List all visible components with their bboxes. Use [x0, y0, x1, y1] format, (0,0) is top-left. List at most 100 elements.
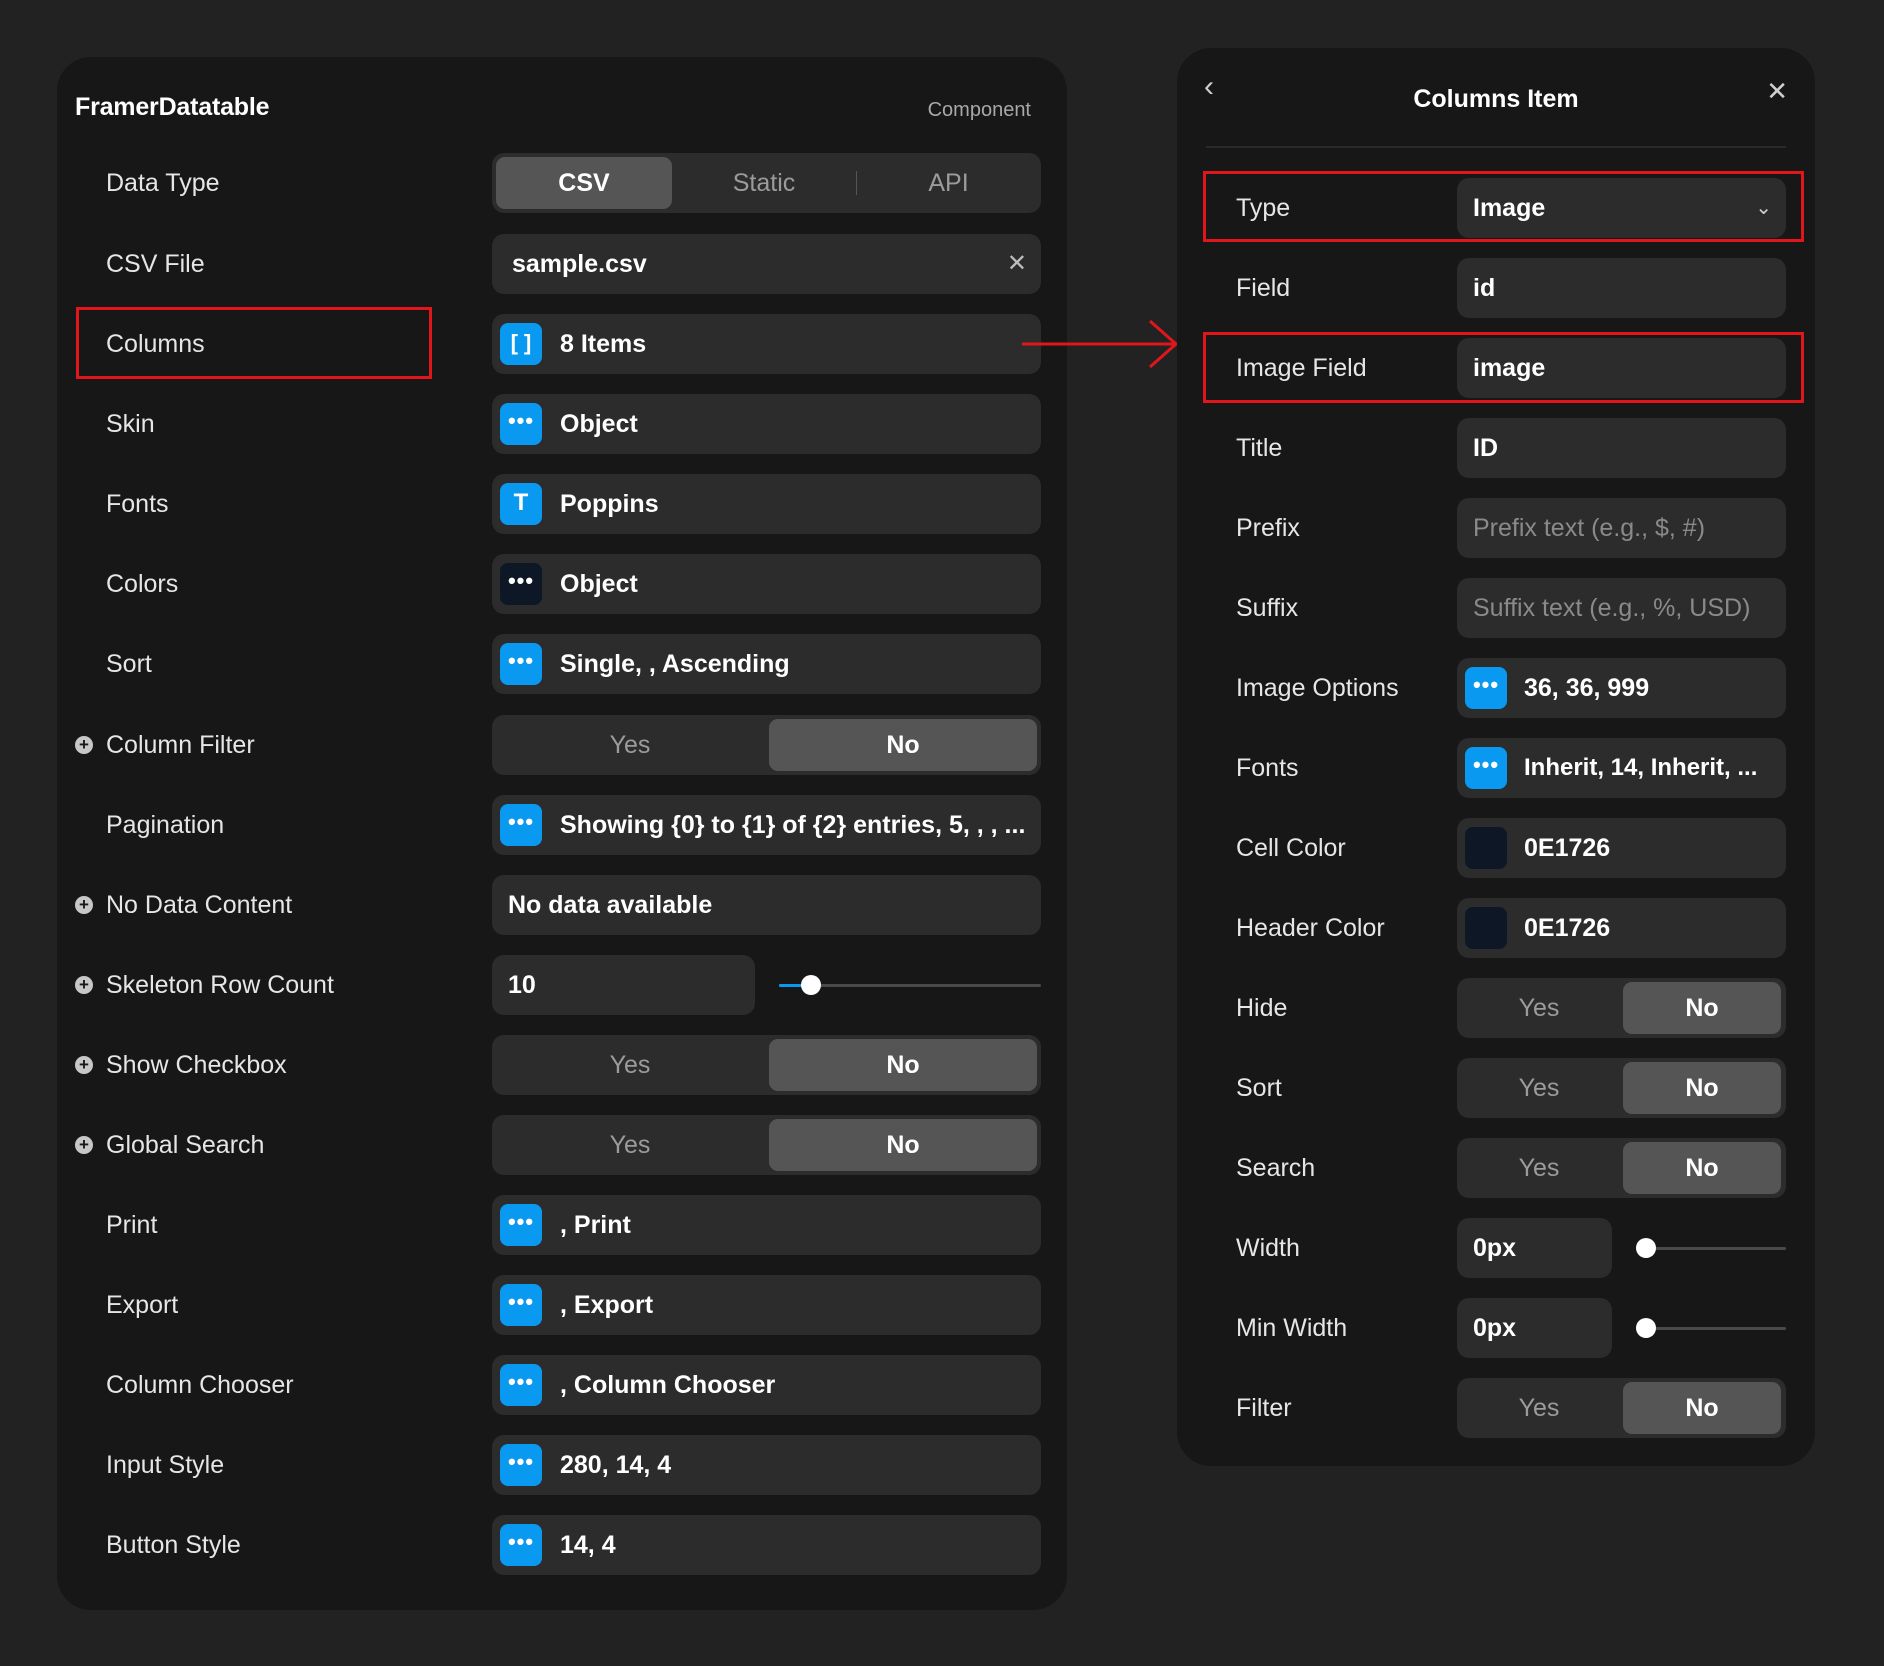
column-filter-toggle: Yes No [492, 715, 1041, 775]
fonts-value: Inherit, 14, Inherit, ... [1524, 754, 1758, 781]
plus-circle-icon[interactable]: + [75, 1056, 93, 1074]
image-options-object-control[interactable]: ••• 36, 36, 999 [1457, 658, 1786, 718]
export-object-control[interactable]: ••• , Export [492, 1275, 1041, 1335]
more-icon: ••• [500, 1444, 542, 1486]
skin-object-control[interactable]: ••• Object [492, 394, 1041, 454]
min-width-slider-track[interactable] [1637, 1327, 1786, 1330]
columns-array-control[interactable]: [ ] 8 Items [492, 314, 1041, 374]
skeleton-row-count-slider-knob[interactable] [801, 975, 821, 995]
filter-no[interactable]: No [1623, 1382, 1781, 1434]
color-swatch[interactable] [1465, 827, 1507, 869]
sort-yes[interactable]: Yes [1461, 1062, 1617, 1114]
title-input[interactable]: ID [1457, 418, 1786, 478]
global-search-yes[interactable]: Yes [496, 1119, 764, 1171]
component-properties-panel: FramerDatatable Component Data Type CSV … [57, 57, 1067, 1610]
input-style-row: Input Style ••• 280, 14, 4 [57, 1435, 1067, 1495]
close-icon[interactable]: ✕ [1007, 234, 1027, 294]
skeleton-row-count-label: Skeleton Row Count [106, 971, 334, 999]
sort-value: Single, , Ascending [560, 650, 790, 678]
field-input[interactable]: id [1457, 258, 1786, 318]
button-style-row: Button Style ••• 14, 4 [57, 1515, 1067, 1575]
global-search-label: Global Search [106, 1131, 265, 1159]
search-yes[interactable]: Yes [1461, 1142, 1617, 1194]
cell-color-picker[interactable]: 0E1726 [1457, 818, 1786, 878]
close-icon[interactable]: ✕ [1766, 76, 1788, 107]
data-type-row: Data Type CSV Static API [57, 153, 1067, 213]
data-type-option-api[interactable]: API [860, 157, 1037, 209]
search-toggle: Yes No [1457, 1138, 1786, 1198]
header-color-picker[interactable]: 0E1726 [1457, 898, 1786, 958]
data-type-option-static[interactable]: Static [676, 157, 852, 209]
fonts-object-control[interactable]: ••• Inherit, 14, Inherit, ... [1457, 738, 1786, 798]
no-data-content-value: No data available [508, 891, 713, 919]
more-icon: ••• [500, 1204, 542, 1246]
header-color-value: 0E1726 [1524, 914, 1611, 942]
plus-circle-icon[interactable]: + [75, 1136, 93, 1154]
hide-no[interactable]: No [1623, 982, 1781, 1034]
no-data-content-input[interactable]: No data available [492, 875, 1041, 935]
width-input[interactable]: 0px [1457, 1218, 1612, 1278]
more-icon: ••• [500, 643, 542, 685]
pagination-label: Pagination [106, 811, 225, 839]
input-style-object-control[interactable]: ••• 280, 14, 4 [492, 1435, 1041, 1495]
field-label: Field [1236, 274, 1291, 302]
more-icon: ••• [500, 403, 542, 445]
pagination-value: Showing {0} to {1} of {2} entries, 5, , … [560, 811, 1026, 839]
sort-label: Sort [1236, 1074, 1282, 1102]
filter-row: Filter Yes No [1177, 1378, 1815, 1438]
header-color-label: Header Color [1236, 914, 1385, 942]
show-checkbox-no[interactable]: No [769, 1039, 1037, 1091]
min-width-slider-knob[interactable] [1636, 1318, 1656, 1338]
column-filter-no[interactable]: No [769, 719, 1037, 771]
plus-circle-icon[interactable]: + [75, 976, 93, 994]
width-slider-knob[interactable] [1636, 1238, 1656, 1258]
global-search-no[interactable]: No [769, 1119, 1037, 1171]
suffix-input[interactable]: Suffix text (e.g., %, USD) [1457, 578, 1786, 638]
cell-color-value: 0E1726 [1524, 834, 1611, 862]
button-style-object-control[interactable]: ••• 14, 4 [492, 1515, 1041, 1575]
field-row: Field id [1177, 258, 1815, 318]
filter-yes[interactable]: Yes [1461, 1382, 1617, 1434]
pagination-object-control[interactable]: ••• Showing {0} to {1} of {2} entries, 5… [492, 795, 1041, 855]
cell-color-label: Cell Color [1236, 834, 1346, 862]
export-label: Export [106, 1291, 179, 1319]
button-style-value: 14, 4 [560, 1531, 616, 1559]
csv-file-field[interactable]: sample.csv ✕ [492, 234, 1041, 294]
more-icon: ••• [500, 804, 542, 846]
sort-object-control[interactable]: ••• Single, , Ascending [492, 634, 1041, 694]
plus-circle-icon[interactable]: + [75, 896, 93, 914]
min-width-label: Min Width [1236, 1314, 1348, 1342]
skeleton-row-count-input[interactable]: 10 [492, 955, 755, 1015]
search-row: Search Yes No [1177, 1138, 1815, 1198]
column-filter-yes[interactable]: Yes [496, 719, 764, 771]
suffix-row: Suffix Suffix text (e.g., %, USD) [1177, 578, 1815, 638]
sort-no[interactable]: No [1623, 1062, 1781, 1114]
columns-value: 8 Items [560, 330, 647, 358]
data-type-segmented-control: CSV Static API [492, 153, 1041, 213]
fonts-control[interactable]: T Poppins [492, 474, 1041, 534]
fonts-label: Fonts [106, 490, 169, 518]
prefix-input[interactable]: Prefix text (e.g., $, #) [1457, 498, 1786, 558]
search-no[interactable]: No [1623, 1142, 1781, 1194]
min-width-input[interactable]: 0px [1457, 1298, 1612, 1358]
colors-object-control[interactable]: ••• Object [492, 554, 1041, 614]
data-type-option-csv[interactable]: CSV [496, 157, 672, 209]
suffix-label: Suffix [1236, 594, 1299, 622]
skin-row: Skin ••• Object [57, 394, 1067, 454]
show-checkbox-label: Show Checkbox [106, 1051, 287, 1079]
data-type-label: Data Type [106, 169, 220, 197]
min-width-row: Min Width 0px [1177, 1298, 1815, 1358]
color-swatch[interactable] [1465, 907, 1507, 949]
print-label: Print [106, 1211, 158, 1239]
column-chooser-row: Column Chooser ••• , Column Chooser [57, 1355, 1067, 1415]
image-field-highlight-box [1203, 332, 1804, 403]
column-chooser-object-control[interactable]: ••• , Column Chooser [492, 1355, 1041, 1415]
more-icon: ••• [1465, 667, 1507, 709]
print-object-control[interactable]: ••• , Print [492, 1195, 1041, 1255]
show-checkbox-yes[interactable]: Yes [496, 1039, 764, 1091]
width-slider-track[interactable] [1637, 1247, 1786, 1250]
print-row: Print ••• , Print [57, 1195, 1067, 1255]
hide-yes[interactable]: Yes [1461, 982, 1617, 1034]
plus-circle-icon[interactable]: + [75, 736, 93, 754]
type-highlight-box [1203, 171, 1804, 242]
